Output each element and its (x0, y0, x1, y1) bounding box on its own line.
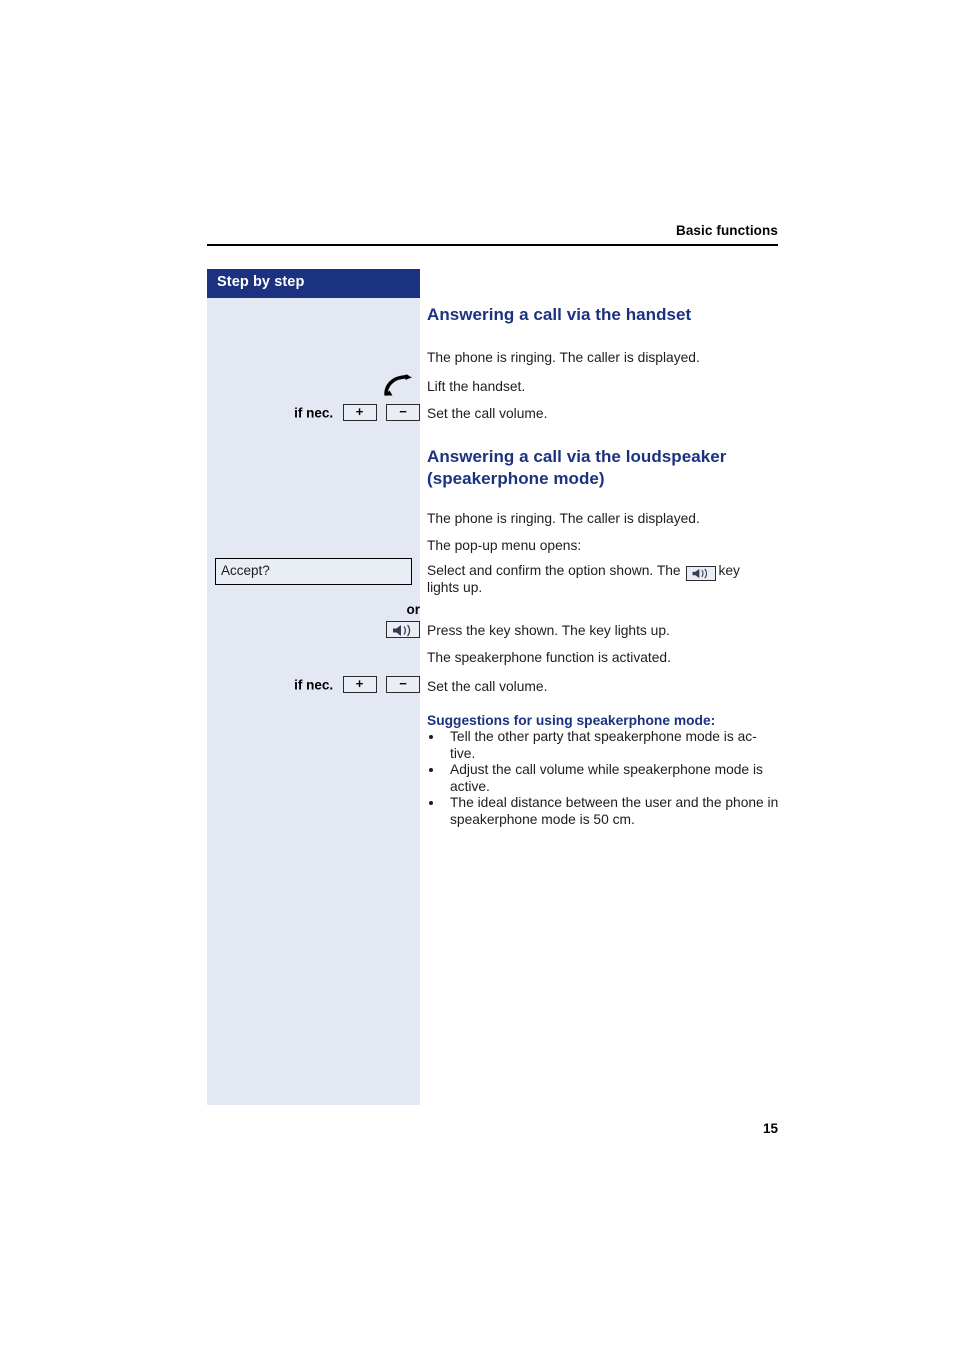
popup-menu-display[interactable]: Accept? (215, 558, 412, 585)
sidebar-header-bar: Step by step (207, 269, 420, 298)
volume-down-key-1[interactable]: − (386, 404, 420, 422)
suggestions-list: Tell the other party that speakerphone m… (427, 729, 782, 828)
list-item: Tell the other party that speakerphone m… (427, 729, 782, 762)
paragraph-set-volume-2: Set the call volume. (427, 679, 548, 694)
bullet-dot-icon (429, 801, 433, 805)
running-header: Basic functions (207, 222, 778, 240)
select-confirm-text-before: Select and confirm the option shown. The (427, 563, 681, 578)
running-header-title: Basic functions (675, 223, 778, 238)
paragraph-press-key: Press the key shown. The key lights up. (427, 623, 670, 638)
paragraph-ringing-2: The phone is ringing. The caller is disp… (427, 511, 700, 526)
header-rule (207, 244, 778, 246)
loudspeaker-key-icon[interactable] (386, 621, 420, 639)
section-heading-loudspeaker-line2: (speakerphone mode) (427, 468, 605, 488)
suggestions-block: Suggestions for using speakerphone mode:… (427, 712, 782, 828)
section-heading-handset: Answering a call via the handset (427, 304, 782, 326)
list-item-text: Tell the other party that speakerphone m… (450, 729, 757, 761)
list-item-text: Adjust the call volume while speakerphon… (450, 762, 763, 794)
paragraph-popup-opens: The pop-up menu opens: (427, 538, 582, 553)
if-nec-label-1: if nec. (294, 405, 334, 421)
if-nec-label-2: if nec. (294, 677, 334, 693)
paragraph-speakerphone-activated: The speakerphone function is activated. (427, 650, 671, 665)
paragraph-set-volume-1: Set the call volume. (427, 406, 548, 421)
volume-up-key-2[interactable]: + (342, 676, 377, 694)
select-confirm-text-line2: lights up. (427, 580, 483, 595)
list-item: Adjust the call volume while speakerphon… (427, 762, 782, 795)
section-heading-loudspeaker: Answering a call via the loudspeaker (sp… (427, 446, 782, 489)
section-heading-handset-text: Answering a call via the handset (427, 305, 692, 324)
or-label: or (406, 602, 421, 617)
handset-lift-icon (382, 374, 420, 396)
gutter-volume-handset: if nec. + − (207, 404, 420, 422)
loudspeaker-key-icon-inline (686, 565, 717, 581)
popup-menu-option-accept: Accept? (221, 563, 270, 578)
bullet-dot-icon (429, 768, 433, 772)
volume-down-key-2[interactable]: − (386, 676, 420, 694)
suggestions-title: Suggestions for using speakerphone mode: (427, 713, 716, 728)
select-confirm-text-after: key (718, 563, 740, 578)
bullet-dot-icon (429, 735, 433, 739)
sidebar-title: Step by step (217, 274, 305, 290)
manual-page: Basic functions Step by step if nec. + −… (0, 0, 954, 1351)
volume-up-key-1[interactable]: + (342, 404, 377, 422)
paragraph-lift-handset: Lift the handset. (427, 379, 526, 394)
list-item-text: The ideal distance between the user and … (450, 795, 779, 827)
gutter-or-separator: or (207, 601, 421, 619)
page-number: 15 (762, 1121, 778, 1136)
paragraph-select-confirm: Select and confirm the option shown. The… (427, 562, 782, 596)
gutter-volume-speaker: if nec. + − (207, 676, 420, 694)
section-heading-loudspeaker-line1: Answering a call via the loudspeaker (427, 447, 727, 466)
list-item: The ideal distance between the user and … (427, 795, 782, 828)
paragraph-ringing-1: The phone is ringing. The caller is disp… (427, 350, 700, 365)
gutter-speaker-key (207, 621, 420, 639)
